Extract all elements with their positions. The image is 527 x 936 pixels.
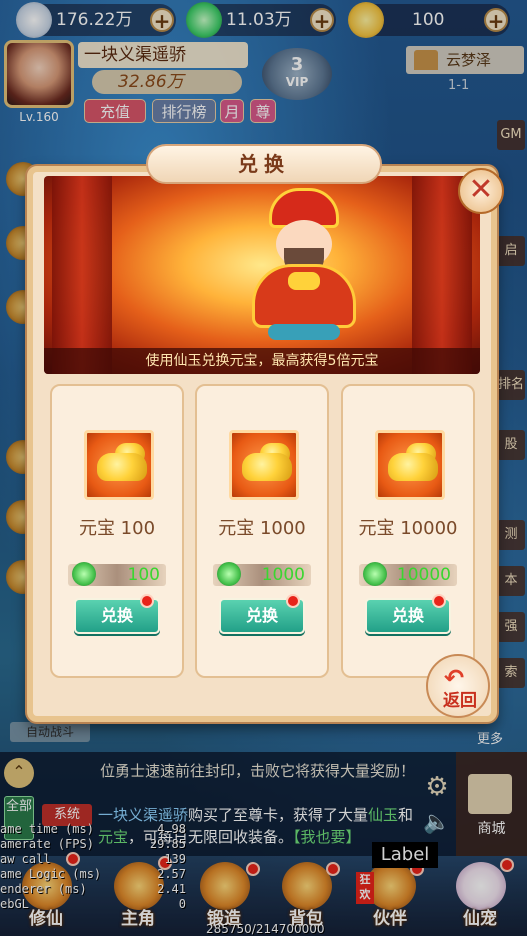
- ingot-icon: [375, 430, 445, 500]
- notification-dot: [432, 594, 446, 608]
- dialog-title: 兑换: [146, 144, 382, 184]
- banner-caption: 使用仙玉兑换元宝，最高获得5倍元宝: [44, 348, 480, 374]
- item-price: 1000: [213, 562, 311, 586]
- exchange-card: 元宝 100 100 兑换: [50, 384, 184, 678]
- god-of-wealth-figure: [234, 188, 374, 340]
- price-value: 1000: [261, 565, 305, 585]
- item-name: 元宝 10000: [358, 518, 458, 539]
- exchange-banner: 使用仙玉兑换元宝，最高获得5倍元宝: [44, 176, 480, 374]
- notification-dot: [140, 594, 154, 608]
- price-value: 10000: [396, 565, 451, 585]
- item-name: 元宝 100: [78, 518, 156, 539]
- item-name: 元宝 1000: [218, 518, 306, 539]
- banner-pillar: [52, 176, 112, 374]
- ingot-icon: [229, 430, 299, 500]
- ingot-icon: [84, 430, 154, 500]
- item-price: 10000: [359, 562, 457, 586]
- exchange-card: 元宝 1000 1000 兑换: [195, 384, 329, 678]
- jade-icon: [217, 562, 241, 586]
- price-value: 100: [127, 565, 160, 585]
- item-price: 100: [68, 562, 166, 586]
- jade-icon: [72, 562, 96, 586]
- back-label: 返回: [443, 691, 477, 711]
- notification-dot: [286, 594, 300, 608]
- close-button[interactable]: ✕: [458, 168, 504, 214]
- exchange-card: 元宝 10000 10000 兑换: [341, 384, 475, 678]
- back-button[interactable]: ↶ 返回: [426, 654, 490, 718]
- jade-icon: [363, 562, 387, 586]
